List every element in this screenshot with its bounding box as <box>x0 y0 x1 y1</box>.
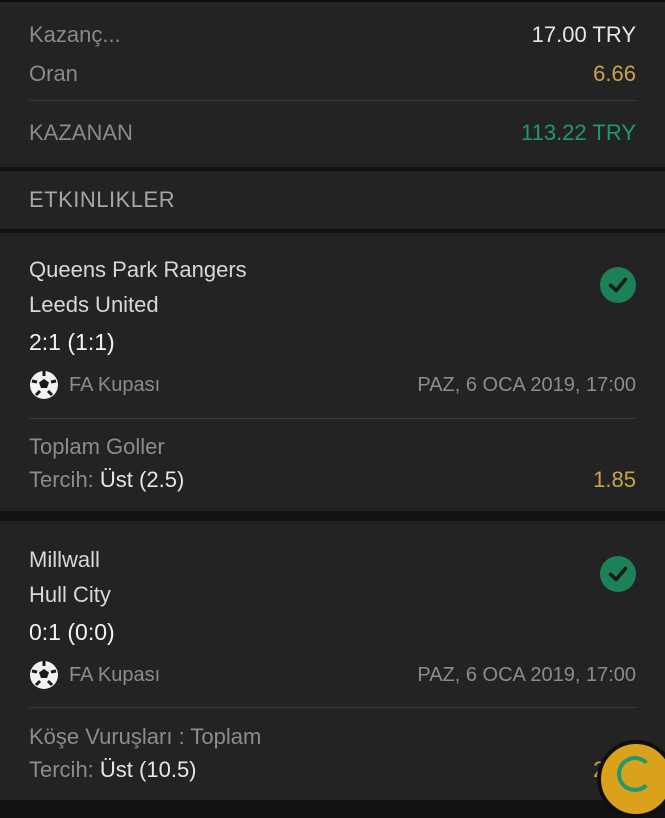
event-card[interactable]: Millwall Hull City 0:1 (0:0) FA Kupası P… <box>0 521 665 818</box>
event-card[interactable]: Queens Park Rangers Leeds United 2:1 (1:… <box>0 233 665 511</box>
soccer-ball-icon <box>30 661 58 689</box>
card-divider <box>29 707 636 708</box>
events-section-header: ETKINLIKLER <box>0 171 665 229</box>
summary-divider <box>29 100 636 101</box>
event-meta: FA Kupası PAZ, 6 OCA 2019, 17:00 <box>29 370 636 400</box>
selection-odds: 1.85 <box>593 467 636 492</box>
match-score: 2:1 (1:1) <box>29 329 115 355</box>
match-score: 0:1 (0:0) <box>29 619 115 645</box>
home-team: Queens Park Rangers <box>29 257 247 282</box>
market-name: Köşe Vuruşları : Toplam <box>29 724 262 749</box>
event-meta: FA Kupası PAZ, 6 OCA 2019, 17:00 <box>29 660 636 690</box>
choice-label: Tercih: <box>29 757 94 782</box>
league: FA Kupası <box>29 370 160 400</box>
soccer-ball-icon <box>30 371 58 399</box>
league-name: FA Kupası <box>69 373 161 396</box>
odds-label: Oran <box>29 61 78 86</box>
check-circle-icon <box>600 556 636 592</box>
bet-summary: Kazanç... 17.00 TRY Oran 6.66 KAZANAN 11… <box>0 0 665 167</box>
winnings-label: KAZANAN <box>29 120 133 145</box>
choice-label: Tercih: <box>29 467 94 492</box>
choice-row: Tercih: Üst (2.5) 1.85 <box>29 467 636 493</box>
choice-row: Tercih: Üst (10.5) 2.00 <box>29 757 636 783</box>
home-team: Millwall <box>29 547 100 572</box>
card-divider <box>29 418 636 419</box>
check-circle-icon <box>600 267 636 303</box>
winnings-row: KAZANAN 113.22 TRY <box>29 120 636 146</box>
stake-label: Kazanç... <box>29 22 121 47</box>
event-datetime: PAZ, 6 OCA 2019, 17:00 <box>417 663 636 686</box>
away-team: Hull City <box>29 582 111 607</box>
stake-value: 17.00 TRY <box>531 22 636 47</box>
choice-value: Üst (10.5) <box>99 757 197 782</box>
market-name: Toplam Goller <box>29 434 165 459</box>
league: FA Kupası <box>29 660 160 690</box>
spinner-icon <box>617 756 653 792</box>
odds-value: 6.66 <box>593 61 636 86</box>
section-title: ETKINLIKLER <box>29 187 176 212</box>
stake-row: Kazanç... 17.00 TRY <box>29 22 636 48</box>
winnings-value: 113.22 TRY <box>521 120 636 145</box>
away-team: Leeds United <box>29 292 159 317</box>
event-datetime: PAZ, 6 OCA 2019, 17:00 <box>417 373 636 396</box>
league-name: FA Kupası <box>69 663 161 686</box>
odds-row: Oran 6.66 <box>29 61 636 87</box>
choice-value: Üst (2.5) <box>99 467 185 492</box>
floating-action-icon[interactable] <box>597 740 665 818</box>
